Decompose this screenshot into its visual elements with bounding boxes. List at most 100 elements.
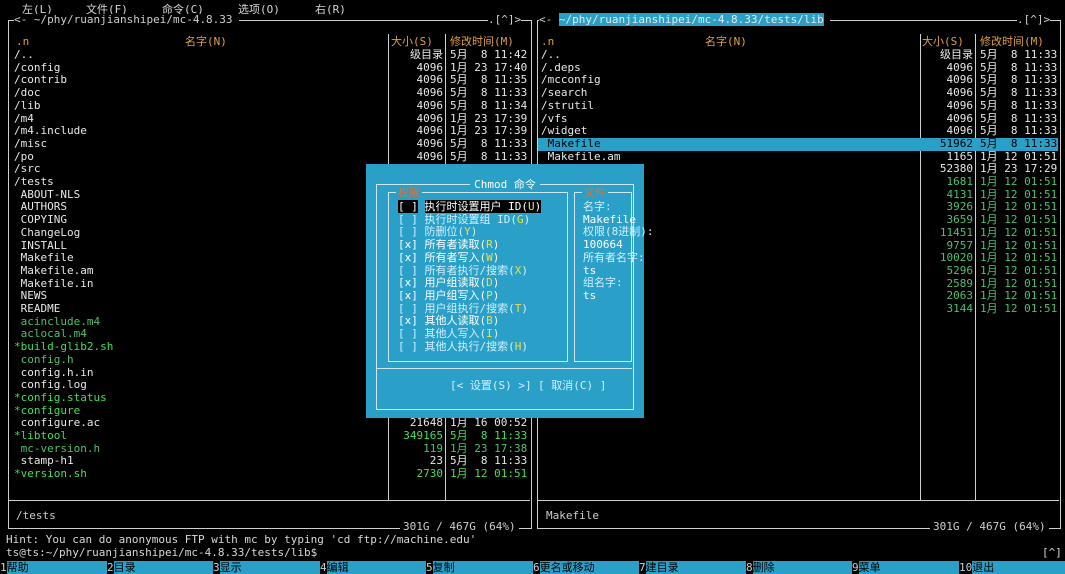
fkey-7[interactable]: 7建目录: [639, 561, 746, 574]
right-col-n[interactable]: .n: [541, 35, 554, 49]
checkbox-hotkey: R: [486, 238, 493, 252]
fkey-9[interactable]: 9菜单: [852, 561, 959, 574]
fkey-4[interactable]: 4编辑: [320, 561, 427, 574]
file-name[interactable]: ChangeLog: [14, 226, 81, 240]
file-size: 4096: [416, 136, 444, 150]
file-name[interactable]: *libtool: [14, 429, 67, 443]
checkbox-label-end: ): [492, 288, 500, 302]
checkbox-box[interactable]: [ ]: [398, 225, 418, 239]
file-info-line: ts: [583, 288, 597, 302]
checkbox-hotkey: I: [486, 327, 493, 340]
shell-prompt[interactable]: ts@ts:~/phy/ruanjianshipei/mc-4.8.33/tes…: [6, 546, 317, 560]
file-name[interactable]: *config.status: [14, 391, 107, 405]
left-disk-usage: 301G / 467G (64%): [400, 520, 519, 534]
checkbox-box[interactable]: [ ]: [398, 264, 418, 277]
file-name[interactable]: /search: [541, 86, 587, 100]
file-mtime: 1月 12 01:51: [980, 251, 1058, 265]
file-name[interactable]: config.log: [14, 378, 87, 392]
fkey-10[interactable]: 10退出: [959, 561, 1065, 574]
file-name[interactable]: /lib: [14, 99, 41, 113]
file-info-line: 所有者名字:: [583, 250, 645, 264]
file-size: 4096: [416, 149, 444, 163]
checkbox-hotkey: U: [528, 200, 535, 213]
cancel-button[interactable]: [ 取消(C) ]: [538, 379, 606, 393]
file-size: 级目录: [940, 48, 973, 61]
file-name[interactable]: /tests: [14, 175, 54, 189]
fkey-6[interactable]: 6更名或移动: [533, 561, 640, 574]
file-mtime: 1月 12 01:51: [980, 225, 1058, 239]
file-mtime: 5月 8 11:33: [980, 98, 1058, 112]
fkey-number: 9: [852, 561, 859, 574]
file-mtime: 5月 8 11:33: [980, 48, 1058, 61]
checkbox-box[interactable]: [x]: [398, 251, 418, 264]
checkbox-label: 其他人执行/搜索(: [424, 339, 515, 353]
file-name[interactable]: *version.sh: [14, 467, 87, 481]
set-button[interactable]: [< 设置(S) >]: [450, 379, 532, 393]
right-col-time[interactable]: 修改时间(M): [980, 35, 1044, 49]
prompt-corner[interactable]: [^]: [1042, 546, 1062, 560]
file-name[interactable]: Makefile: [14, 251, 74, 265]
file-size: 4096: [416, 86, 444, 100]
file-name[interactable]: COPYING: [14, 213, 67, 227]
file-size: 2730: [416, 467, 444, 481]
perm-checkbox[interactable]: [ ] 其他人执行/搜索(H): [398, 339, 528, 354]
checkbox-hotkey: G: [517, 212, 524, 226]
file-mtime: 1月 12 01:51: [450, 467, 528, 481]
fkey-label: 显示: [219, 561, 320, 574]
left-col-size[interactable]: 大小(S): [391, 35, 433, 49]
file-name[interactable]: /widget: [541, 124, 587, 138]
checkbox-box[interactable]: [ ]: [398, 213, 418, 226]
file-name[interactable]: config.h: [14, 353, 74, 367]
file-name[interactable]: Makefile: [541, 137, 601, 151]
checkbox-box[interactable]: [x]: [398, 289, 418, 302]
checkbox-box[interactable]: [ ]: [398, 302, 418, 315]
checkbox-box[interactable]: [x]: [398, 276, 418, 289]
file-size: 4096: [946, 124, 974, 138]
file-name[interactable]: /misc: [14, 137, 47, 151]
left-panel-path: <- ~/phy/ruanjianshipei/mc-4.8.33: [14, 13, 240, 27]
right-col-name[interactable]: 名字(N): [705, 35, 747, 49]
checkbox-label-end: ): [492, 327, 500, 340]
file-mtime: 5月 8 11:33: [450, 149, 528, 163]
menu-right[interactable]: 右(R): [315, 1, 346, 17]
file-name[interactable]: /..: [541, 48, 561, 62]
checkbox-label-end: ): [521, 301, 528, 315]
checkbox-label-end: ): [521, 263, 528, 277]
file-name[interactable]: *build-glib2.sh: [14, 340, 113, 354]
left-status-divider: [8, 500, 530, 501]
fkey-1[interactable]: 1帮助: [0, 561, 107, 574]
right-disk-usage: 301G / 467G (64%): [930, 520, 1049, 534]
file-name[interactable]: Makefile.am: [14, 264, 94, 278]
fkey-2[interactable]: 2目录: [107, 561, 214, 574]
file-name[interactable]: /doc: [14, 86, 41, 100]
fkey-5[interactable]: 5复制: [426, 561, 533, 574]
fkey-8[interactable]: 8删除: [746, 561, 853, 574]
right-col-size[interactable]: 大小(S): [922, 35, 964, 49]
file-size: 4096: [416, 98, 444, 112]
file-name[interactable]: /..: [14, 48, 34, 62]
file-name[interactable]: /m4.include: [14, 124, 87, 138]
file-size: 349165: [403, 429, 443, 442]
checkbox-box[interactable]: [ ]: [398, 200, 418, 213]
file-size: 4096: [946, 86, 974, 100]
menu-bar: 左(L) 文件(F) 命令(C) 选项(O) 右(R): [0, 0, 1065, 17]
file-name[interactable]: /strutil: [541, 99, 594, 113]
file-name[interactable]: README: [14, 302, 61, 316]
checkbox-label-end: ): [534, 200, 542, 213]
checkbox-box[interactable]: [x]: [398, 238, 418, 251]
left-col-n[interactable]: .n: [16, 35, 29, 49]
left-col-name[interactable]: 名字(N): [185, 35, 227, 49]
file-mtime: 5月 8 11:33: [450, 136, 528, 150]
checkbox-box[interactable]: [ ]: [398, 327, 418, 340]
fkey-label: 帮助: [6, 561, 107, 574]
left-panel-corner[interactable]: .[^]>: [488, 13, 522, 27]
left-col-time[interactable]: 修改时间(M): [450, 35, 514, 49]
file-name[interactable]: Makefile.am: [541, 150, 621, 164]
checkbox-box[interactable]: [ ]: [398, 340, 418, 353]
fkey-3[interactable]: 3显示: [213, 561, 320, 574]
checkbox-label-end: ): [492, 276, 500, 290]
checkbox-box[interactable]: [x]: [398, 314, 418, 327]
menu-options[interactable]: 选项(O): [238, 1, 280, 17]
checkbox-hotkey: B: [486, 314, 493, 328]
right-panel-corner[interactable]: .[^]>: [1017, 13, 1051, 27]
